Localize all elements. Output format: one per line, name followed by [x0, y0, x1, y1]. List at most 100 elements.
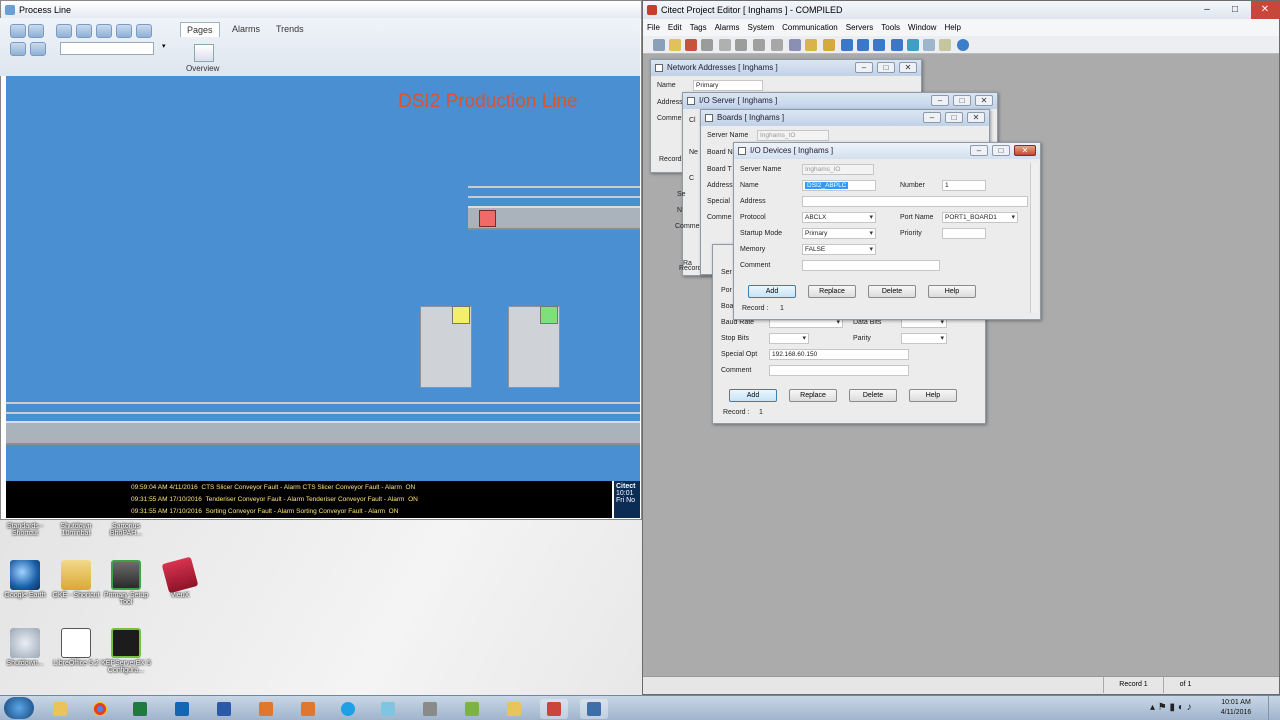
- tab-trends[interactable]: Trends: [270, 22, 310, 36]
- memory-select[interactable]: FALSE: [802, 244, 876, 255]
- close-icon[interactable]: ✕: [1251, 1, 1279, 19]
- previous-icon[interactable]: [76, 24, 92, 38]
- toolbar-icon[interactable]: [907, 39, 919, 51]
- menu-system[interactable]: System: [747, 19, 774, 36]
- close-page-icon[interactable]: [56, 24, 72, 38]
- desktop-icon-shutdown-bat[interactable]: Shutdown 10minbat: [51, 523, 101, 537]
- toolbar-icon[interactable]: [701, 39, 713, 51]
- maximize-icon[interactable]: □: [877, 62, 895, 73]
- desktop-icon-shutdown[interactable]: Shutdown...: [0, 628, 50, 667]
- taskbar-excel[interactable]: [126, 699, 154, 719]
- arrow-left-icon[interactable]: [841, 39, 853, 51]
- taskbar-app[interactable]: [252, 699, 280, 719]
- toolbar-icon[interactable]: [653, 39, 665, 51]
- maximize-icon[interactable]: □: [1221, 1, 1249, 19]
- taskbar-tools[interactable]: [416, 699, 444, 719]
- taskbar-app[interactable]: [294, 699, 322, 719]
- overview-page-icon[interactable]: [194, 44, 214, 62]
- minimize-icon[interactable]: –: [923, 112, 941, 123]
- home-icon[interactable]: [116, 24, 132, 38]
- menu-edit[interactable]: Edit: [668, 19, 682, 36]
- tab-pages[interactable]: Pages: [180, 22, 220, 37]
- toolbar-icon[interactable]: [669, 39, 681, 51]
- toolbar-icon[interactable]: [735, 39, 747, 51]
- window-icon[interactable]: [136, 24, 152, 38]
- alarm-row[interactable]: 09:59:04 AM 4/11/2016 CTS Slicer Conveyo…: [131, 484, 415, 491]
- settings-icon[interactable]: [30, 42, 46, 56]
- desktop-icon-kepserver[interactable]: KEPServerEX 5 Configura...: [101, 628, 151, 674]
- toolbar-icon[interactable]: [771, 39, 783, 51]
- taskbar-skype[interactable]: [334, 699, 362, 719]
- taskbar-word[interactable]: [210, 699, 238, 719]
- toolbar-icon[interactable]: [939, 39, 951, 51]
- desktop-icon-google-earth[interactable]: Google Earth: [0, 560, 50, 599]
- maximize-icon[interactable]: □: [945, 112, 963, 123]
- server-name-field[interactable]: Inghams_IO: [757, 130, 829, 141]
- delete-button[interactable]: Delete: [849, 389, 897, 402]
- taskbar-app[interactable]: [458, 699, 486, 719]
- arrow-right-icon[interactable]: [857, 39, 869, 51]
- status-indicator-yellow[interactable]: [452, 306, 470, 324]
- alarm-row[interactable]: 09:31:55 AM 17/10/2016 Sorting Conveyor …: [131, 508, 398, 515]
- desktop-icon-standards[interactable]: Standards - Shortcut: [0, 523, 50, 537]
- toolbar-icon[interactable]: [685, 39, 697, 51]
- taskbar-app[interactable]: [500, 699, 528, 719]
- taskbar-explorer[interactable]: [46, 699, 74, 719]
- tray-clock[interactable]: 10:01 AM 4/11/2016: [1216, 698, 1256, 718]
- priority-field[interactable]: [942, 228, 986, 239]
- minimize-icon[interactable]: –: [855, 62, 873, 73]
- desktop-icon-sartorius[interactable]: Sartorius BhoPAH...: [101, 523, 151, 537]
- chevron-down-icon[interactable]: ▾: [162, 42, 166, 50]
- toolbar-icon[interactable]: [923, 39, 935, 51]
- minimize-icon[interactable]: –: [931, 95, 949, 106]
- toolbar-icon[interactable]: [719, 39, 731, 51]
- process-window-titlebar[interactable]: Process Line: [1, 1, 641, 19]
- page-select-input[interactable]: [60, 42, 154, 55]
- next-icon[interactable]: [96, 24, 112, 38]
- add-button[interactable]: Add: [748, 285, 796, 298]
- stop-bits-select[interactable]: [769, 333, 809, 344]
- editor-titlebar[interactable]: Citect Project Editor [ Inghams ] - COMP…: [643, 1, 1279, 19]
- desktop-icon-primary-setup[interactable]: Primary Setup Tool: [101, 560, 151, 606]
- dialog-titlebar[interactable]: Boards [ Inghams ] – □ ✕: [701, 110, 989, 126]
- status-indicator-green[interactable]: [540, 306, 558, 324]
- number-field[interactable]: 1: [942, 180, 986, 191]
- taskbar-citect-runtime[interactable]: [580, 699, 608, 719]
- add-button[interactable]: Add: [729, 389, 777, 402]
- toolbar-icon[interactable]: [891, 39, 903, 51]
- name-field[interactable]: Primary: [693, 80, 763, 91]
- taskbar-app[interactable]: [374, 699, 402, 719]
- help-button[interactable]: Help: [909, 389, 957, 402]
- toolbar-icon[interactable]: [873, 39, 885, 51]
- comment-field[interactable]: [769, 365, 909, 376]
- start-button[interactable]: [4, 697, 34, 719]
- menu-window[interactable]: Window: [908, 19, 936, 36]
- dialog-scrollbar[interactable]: [1030, 163, 1038, 313]
- menu-tools[interactable]: Tools: [881, 19, 900, 36]
- menu-alarms[interactable]: Alarms: [715, 19, 740, 36]
- menu-file[interactable]: File: [647, 19, 660, 36]
- address-field[interactable]: [802, 196, 1028, 207]
- close-icon[interactable]: ✕: [1014, 145, 1036, 156]
- name-field[interactable]: DSI2_ABPLC: [802, 180, 876, 191]
- close-icon[interactable]: ✕: [975, 95, 993, 106]
- close-icon[interactable]: ✕: [967, 112, 985, 123]
- taskbar-chrome[interactable]: [86, 699, 114, 719]
- toolbar-icon[interactable]: [823, 39, 835, 51]
- parity-select[interactable]: [901, 333, 947, 344]
- desktop-icon-libreoffice[interactable]: LibreOffice 5.2: [51, 628, 101, 667]
- close-icon[interactable]: ✕: [899, 62, 917, 73]
- forward-icon[interactable]: [28, 24, 44, 38]
- toolbar-icon[interactable]: [789, 39, 801, 51]
- special-opt-field[interactable]: 192.168.60.150: [769, 349, 909, 360]
- tab-alarms[interactable]: Alarms: [226, 22, 266, 36]
- status-indicator-red[interactable]: [479, 210, 496, 227]
- back-icon[interactable]: [10, 24, 26, 38]
- print-icon[interactable]: [10, 42, 26, 56]
- alarm-row[interactable]: 09:31:55 AM 17/10/2016 Tenderiser Convey…: [131, 496, 418, 503]
- protocol-select[interactable]: ABCLX: [802, 212, 876, 223]
- replace-button[interactable]: Replace: [789, 389, 837, 402]
- comment-field[interactable]: [802, 260, 940, 271]
- desktop-icon-gke[interactable]: GKE - Shortcut: [51, 560, 101, 599]
- toolbar-icon[interactable]: [753, 39, 765, 51]
